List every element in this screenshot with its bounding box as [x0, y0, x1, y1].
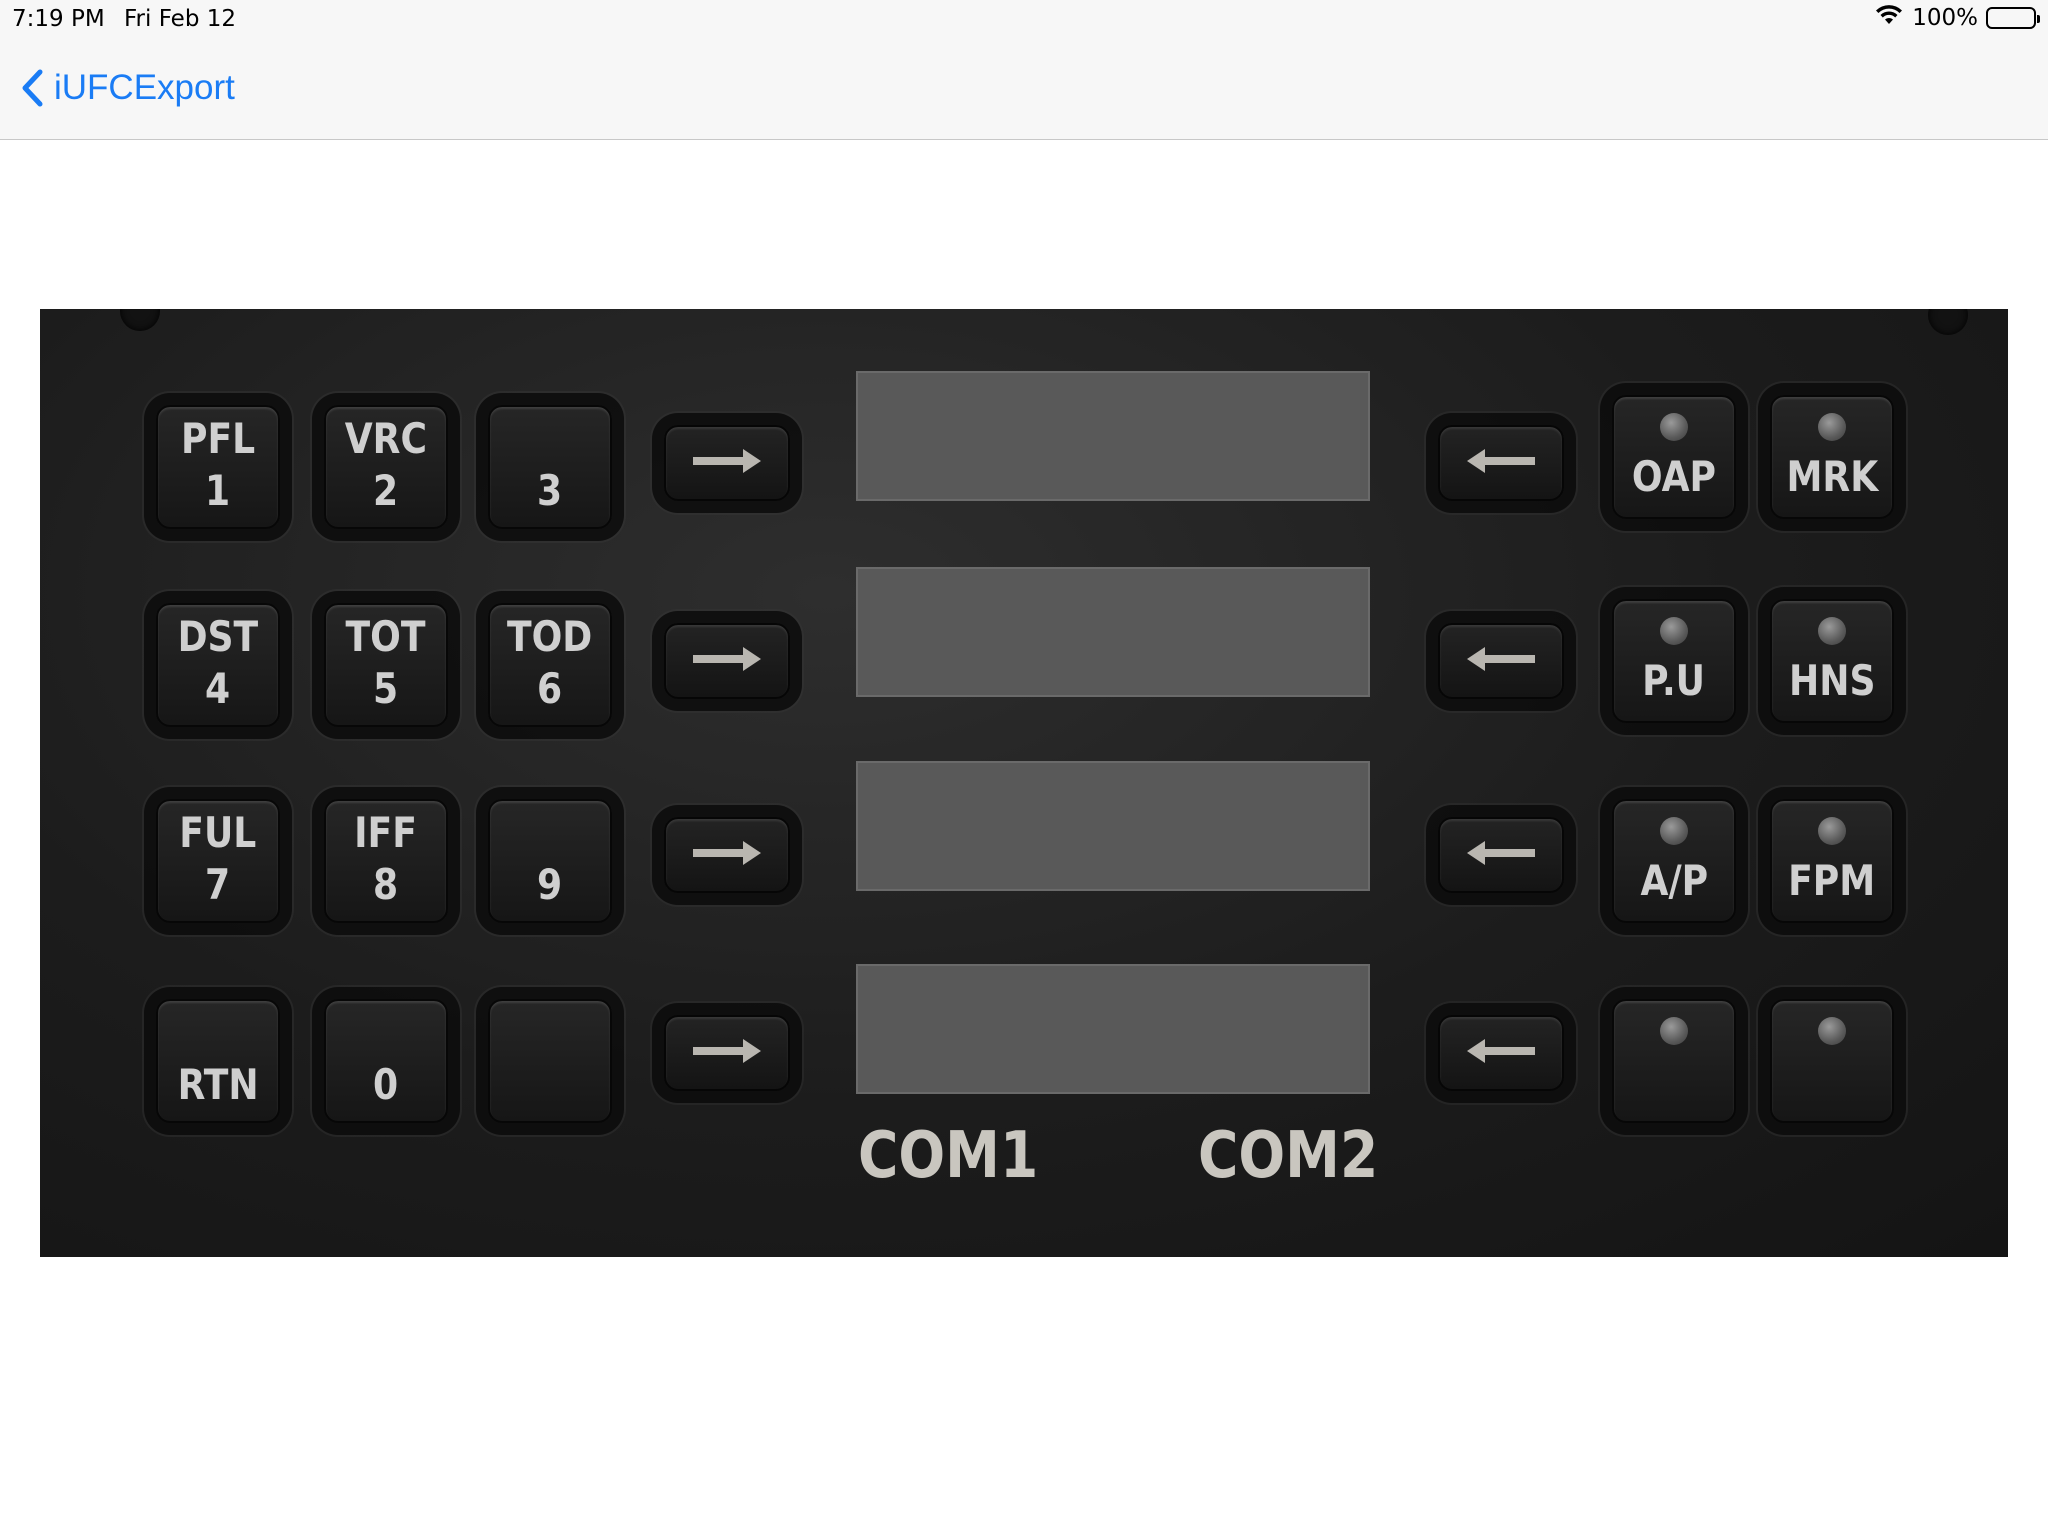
- com1-label: COM1: [858, 1119, 1039, 1193]
- indicator-light-icon: [1818, 1017, 1846, 1045]
- arrow-right-icon: [687, 829, 767, 882]
- select-line-2-right-button[interactable]: [1438, 623, 1564, 699]
- key-pfl-1[interactable]: PFL 1: [156, 405, 280, 529]
- indicator-light-icon: [1660, 817, 1688, 845]
- key-tot-5[interactable]: TOT 5: [324, 603, 448, 727]
- key-0[interactable]: 0: [324, 999, 448, 1123]
- indicator-light-icon: [1818, 817, 1846, 845]
- key-label: 6: [537, 664, 563, 713]
- indicator-light-icon: [1818, 413, 1846, 441]
- key-label: 9: [537, 860, 563, 909]
- indicator-light-icon: [1660, 1017, 1688, 1045]
- option-key-oap[interactable]: OAP: [1612, 395, 1736, 519]
- option-key-label: A/P: [1640, 856, 1708, 905]
- key-label: PFL: [180, 414, 256, 463]
- key-label: VRC: [344, 414, 428, 463]
- key-vrc-2[interactable]: VRC 2: [324, 405, 448, 529]
- key-ful-7[interactable]: FUL 7: [156, 799, 280, 923]
- select-line-3-right-button[interactable]: [1438, 817, 1564, 893]
- key-blank[interactable]: [488, 999, 612, 1123]
- battery-percent: 100%: [1912, 5, 1978, 31]
- com2-label: COM2: [1198, 1119, 1379, 1193]
- option-key-label: MRK: [1786, 452, 1878, 501]
- scratchpad-display-1: [856, 371, 1370, 501]
- key-label: 4: [205, 664, 231, 713]
- option-key-label: OAP: [1631, 452, 1717, 501]
- key-label: IFF: [354, 808, 418, 857]
- option-key-blank-left[interactable]: [1612, 999, 1736, 1123]
- key-label: DST: [177, 612, 259, 661]
- arrow-left-icon: [1461, 635, 1541, 688]
- key-3[interactable]: 3: [488, 405, 612, 529]
- option-key-label: HNS: [1788, 656, 1876, 705]
- indicator-light-icon: [1660, 617, 1688, 645]
- status-bar: 7:19 PM Fri Feb 12 100%: [0, 0, 2048, 40]
- option-key-hns[interactable]: HNS: [1770, 599, 1894, 723]
- key-label: 2: [373, 466, 399, 515]
- key-label: 3: [537, 466, 563, 515]
- screw-icon: [1928, 309, 1968, 335]
- arrow-left-icon: [1461, 437, 1541, 490]
- indicator-light-icon: [1818, 617, 1846, 645]
- option-key-mrk[interactable]: MRK: [1770, 395, 1894, 519]
- scratchpad-display-4: [856, 964, 1370, 1094]
- arrow-right-icon: [687, 635, 767, 688]
- key-label: 1: [205, 466, 231, 515]
- key-iff-8[interactable]: IFF 8: [324, 799, 448, 923]
- select-line-1-right-button[interactable]: [1438, 425, 1564, 501]
- status-date: Fri Feb 12: [124, 6, 237, 32]
- option-key-pu[interactable]: P.U: [1612, 599, 1736, 723]
- option-key-ap[interactable]: A/P: [1612, 799, 1736, 923]
- key-label: 8: [373, 860, 399, 909]
- key-label: FUL: [179, 808, 257, 857]
- back-button[interactable]: iUFCExport: [20, 68, 235, 108]
- key-label: 0: [373, 1060, 399, 1109]
- select-line-1-left-button[interactable]: [664, 425, 790, 501]
- chevron-left-icon: [20, 68, 44, 108]
- key-label: RTN: [177, 1060, 259, 1109]
- option-key-blank-right[interactable]: [1770, 999, 1894, 1123]
- key-label: TOT: [345, 612, 426, 661]
- key-label: 5: [373, 664, 399, 713]
- back-label: iUFCExport: [54, 68, 235, 107]
- option-key-fpm[interactable]: FPM: [1770, 799, 1894, 923]
- select-line-4-left-button[interactable]: [664, 1015, 790, 1091]
- arrow-right-icon: [687, 437, 767, 490]
- select-line-4-right-button[interactable]: [1438, 1015, 1564, 1091]
- select-line-3-left-button[interactable]: [664, 817, 790, 893]
- status-time: 7:19 PM: [12, 6, 105, 32]
- arrow-left-icon: [1461, 829, 1541, 882]
- key-tod-6[interactable]: TOD 6: [488, 603, 612, 727]
- scratchpad-display-2: [856, 567, 1370, 697]
- nav-bar: iUFCExport: [0, 40, 2048, 140]
- wifi-icon: [1874, 4, 1904, 32]
- indicator-light-icon: [1660, 413, 1688, 441]
- scratchpad-display-3: [856, 761, 1370, 891]
- select-line-2-left-button[interactable]: [664, 623, 790, 699]
- option-key-label: FPM: [1788, 856, 1876, 905]
- arrow-right-icon: [687, 1027, 767, 1080]
- key-label: TOD: [507, 612, 593, 661]
- screw-icon: [120, 309, 160, 331]
- key-label: 7: [205, 860, 231, 909]
- battery-icon: [1986, 7, 2040, 29]
- key-dst-4[interactable]: DST 4: [156, 603, 280, 727]
- arrow-left-icon: [1461, 1027, 1541, 1080]
- option-key-label: P.U: [1642, 656, 1706, 705]
- ufc-panel: PFL 1 VRC 2 3 DST 4 TOT 5 TOD 6 FUL 7 IFF 8 9 RTN 0 COM1 …: [40, 309, 2008, 1257]
- key-9[interactable]: 9: [488, 799, 612, 923]
- status-right: 100%: [1874, 4, 2040, 32]
- key-rtn[interactable]: RTN: [156, 999, 280, 1123]
